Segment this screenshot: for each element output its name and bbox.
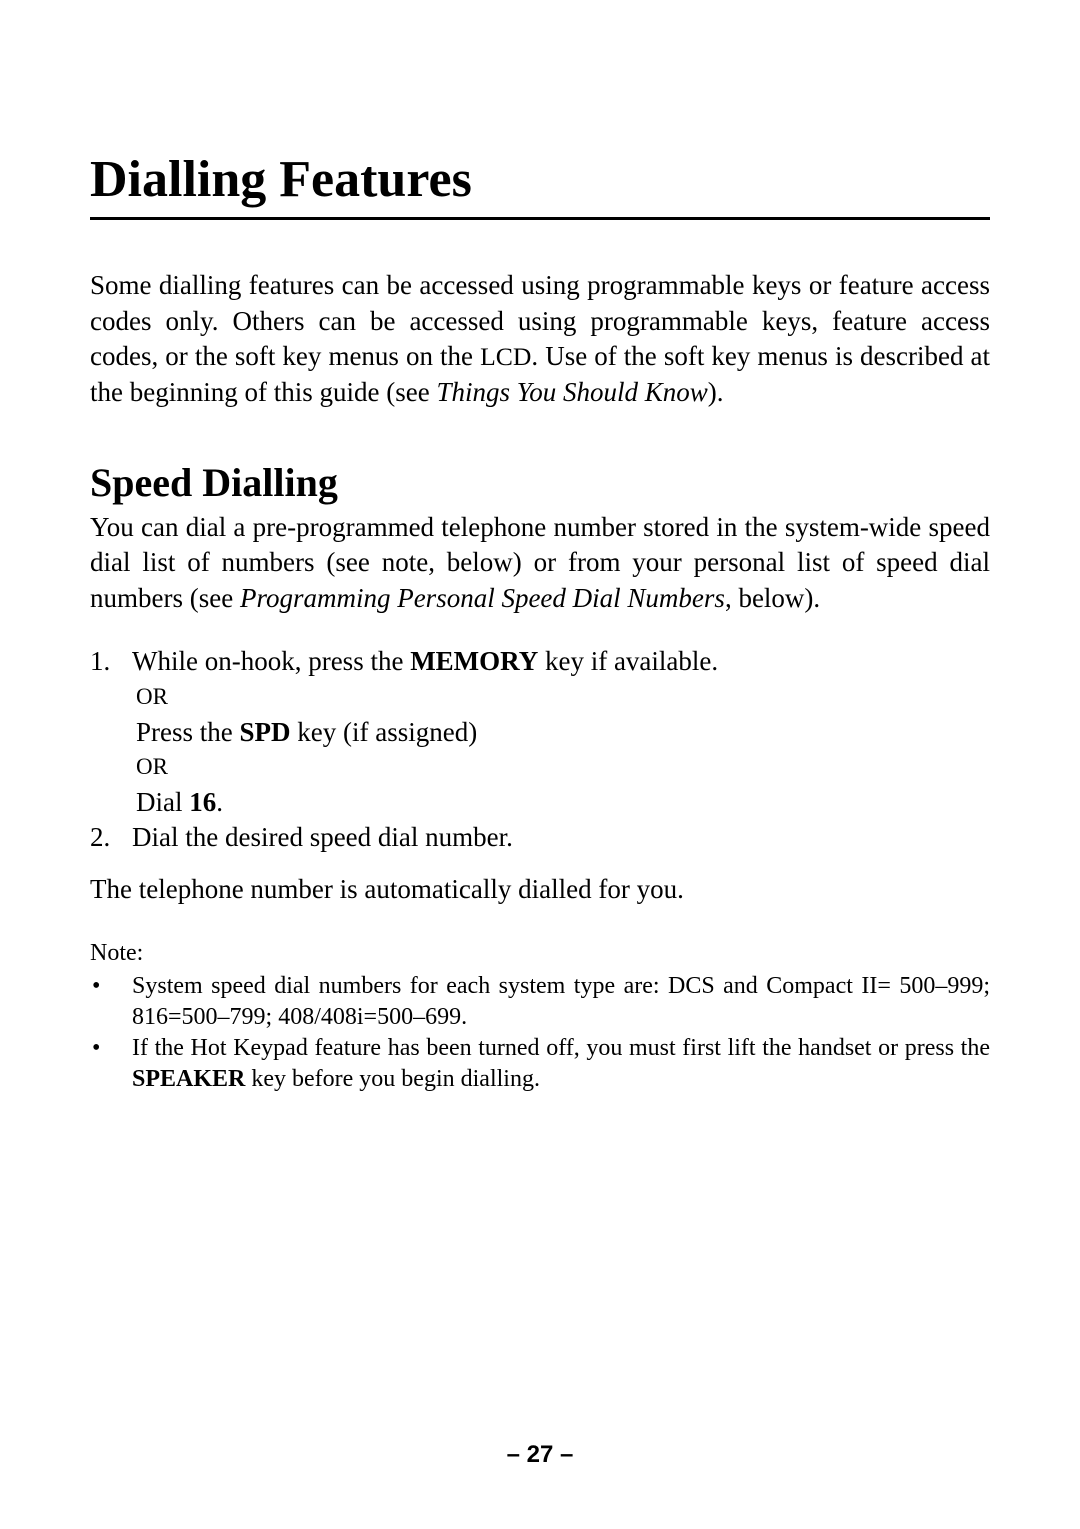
intro-text-c: ). — [708, 377, 724, 407]
bullet-icon: • — [90, 971, 132, 1033]
step1-l2-b: key (if assigned) — [291, 717, 478, 747]
memory-key: MEMORY — [410, 646, 538, 676]
intro-paragraph: Some dialling features can be accessed u… — [90, 268, 990, 411]
step-1: 1. While on-hook, press the MEMORY key i… — [90, 644, 990, 680]
step1-l3-a: Dial — [136, 787, 189, 817]
or-label: OR — [136, 680, 990, 715]
bullet-icon: • — [90, 1033, 132, 1095]
or-label: OR — [136, 750, 990, 785]
step1-b: key if available. — [538, 646, 718, 676]
steps-list: 1. While on-hook, press the MEMORY key i… — [90, 644, 990, 856]
spd-key: SPD — [240, 717, 291, 747]
section-text-b: , below). — [725, 583, 820, 613]
step-text: Dial the desired speed dial number. — [132, 820, 990, 856]
note-text: If the Hot Keypad feature has been turne… — [132, 1033, 990, 1095]
note2-a: If the Hot Keypad feature has been turne… — [132, 1035, 990, 1061]
section-ref: Programming Personal Speed Dial Numbers — [240, 583, 725, 613]
note-list: • System speed dial numbers for each sys… — [90, 971, 990, 1096]
step-2: 2. Dial the desired speed dial number. — [90, 820, 990, 856]
title-rule — [90, 217, 990, 220]
page-number: – 27 – — [0, 1441, 1080, 1469]
step-number: 2. — [90, 820, 132, 856]
step-number: 1. — [90, 644, 132, 680]
step1-l2-a: Press the — [136, 717, 240, 747]
step1-line2: Press the SPD key (if assigned) — [136, 715, 990, 751]
step-text: While on-hook, press the MEMORY key if a… — [132, 644, 990, 680]
note-item: • System speed dial numbers for each sys… — [90, 971, 990, 1033]
chapter-title: Dialling Features — [90, 150, 990, 209]
note-label: Note: — [90, 940, 990, 967]
step1-line3: Dial 16. — [136, 785, 990, 821]
section-paragraph: You can dial a pre-programmed telephone … — [90, 510, 990, 617]
dial-number: 16 — [189, 787, 216, 817]
lcd-text: LCD — [480, 342, 531, 371]
note-text: System speed dial numbers for each syste… — [132, 971, 990, 1033]
speaker-key: SPEAKER — [132, 1066, 245, 1092]
step1-a: While on-hook, press the — [132, 646, 410, 676]
step1-l3-b: . — [216, 787, 223, 817]
intro-ref: Things You Should Know — [436, 377, 707, 407]
note2-b: key before you begin dialling. — [245, 1066, 540, 1092]
result-paragraph: The telephone number is automatically di… — [90, 872, 990, 908]
note-item: • If the Hot Keypad feature has been tur… — [90, 1033, 990, 1095]
section-title: Speed Dialling — [90, 459, 990, 506]
